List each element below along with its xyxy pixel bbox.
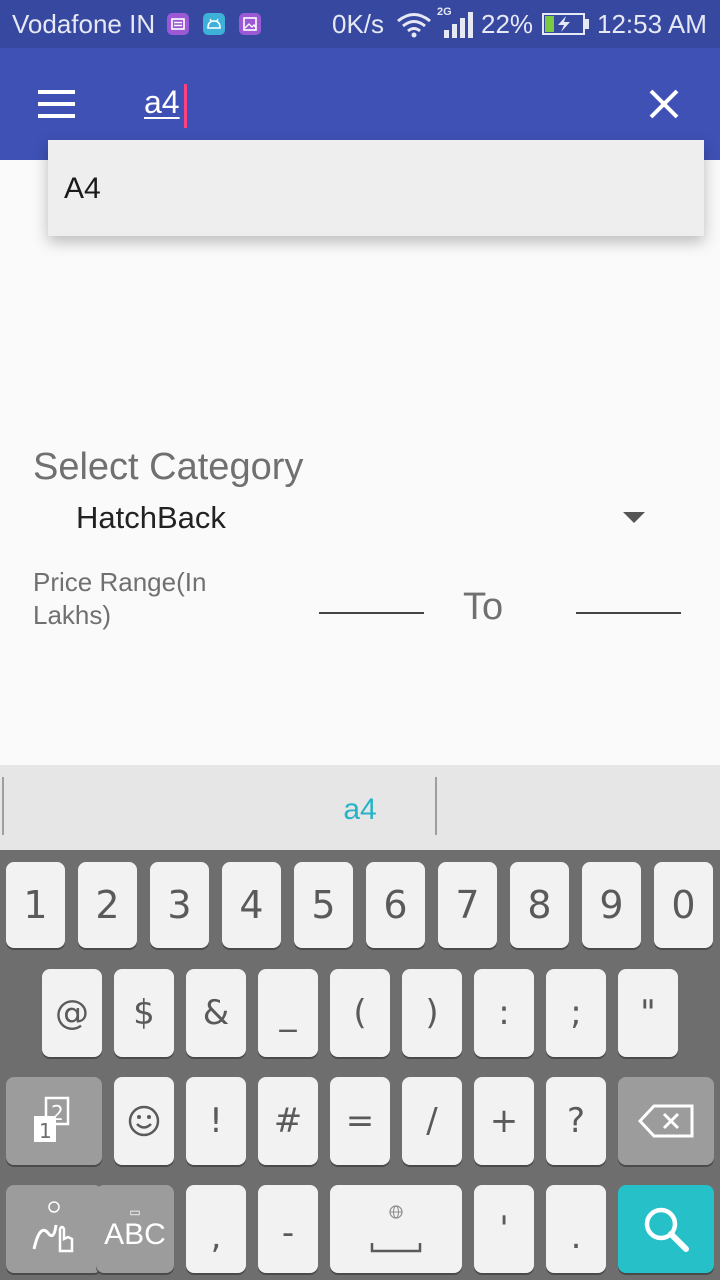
key-exclamation[interactable]: !: [186, 1077, 246, 1165]
signal-icon: [444, 12, 473, 38]
image-icon: [239, 13, 261, 35]
clock: 12:53 AM: [597, 9, 707, 39]
key-underscore[interactable]: _: [258, 969, 318, 1057]
svg-text:1: 1: [39, 1119, 52, 1143]
number-page-toggle-icon[interactable]: 2 1: [6, 1077, 102, 1165]
price-max-input[interactable]: [576, 612, 681, 614]
key-2[interactable]: 2: [78, 862, 137, 948]
to-label: To: [463, 586, 504, 628]
close-icon[interactable]: [636, 76, 692, 132]
key-slash[interactable]: /: [402, 1077, 462, 1165]
key-plus[interactable]: +: [474, 1077, 534, 1165]
key-dollar[interactable]: $: [114, 969, 174, 1057]
keyboard: 1 2 3 4 5 6 7 8 9 0 @ $ & _ ( ) : ; " 2 …: [0, 850, 720, 1280]
key-question[interactable]: ?: [546, 1077, 606, 1165]
keyboard-suggestion[interactable]: a4: [0, 793, 720, 827]
key-close-paren[interactable]: ): [402, 969, 462, 1057]
key-7[interactable]: 7: [438, 862, 497, 948]
key-open-paren[interactable]: (: [330, 969, 390, 1057]
price-range-label: Price Range(In Lakhs): [33, 567, 207, 630]
key-apostrophe[interactable]: ': [474, 1185, 534, 1273]
key-4[interactable]: 4: [222, 862, 281, 948]
key-quote[interactable]: ": [618, 969, 678, 1057]
category-selected-value: HatchBack: [76, 500, 226, 535]
battery-percent: 22%: [481, 9, 534, 39]
key-8[interactable]: 8: [510, 862, 569, 948]
key-period[interactable]: .: [546, 1185, 606, 1273]
backspace-icon[interactable]: [618, 1077, 714, 1165]
suggestion-item[interactable]: A4: [64, 172, 101, 206]
status-bar: Vodafone IN 0K/s 2G 22% 12:53 AM: [0, 0, 720, 48]
key-hash[interactable]: #: [258, 1077, 318, 1165]
key-colon[interactable]: :: [474, 969, 534, 1057]
key-1[interactable]: 1: [6, 862, 65, 948]
dropdown-arrow-icon: [623, 512, 645, 523]
key-5[interactable]: 5: [294, 862, 353, 948]
abc-keyboard-toggle[interactable]: ▭ ABC: [96, 1185, 174, 1273]
category-dropdown[interactable]: HatchBack: [33, 492, 663, 544]
keyboard-switch-icon: ▭: [129, 1205, 141, 1219]
key-at[interactable]: @: [42, 969, 102, 1057]
abc-label: ABC: [104, 1218, 166, 1251]
android-icon: [203, 13, 225, 35]
key-0[interactable]: 0: [654, 862, 713, 948]
hamburger-menu-icon[interactable]: [28, 80, 84, 128]
search-suggestions: A4: [48, 140, 704, 236]
key-comma[interactable]: ,: [186, 1185, 246, 1273]
space-icon: [370, 1243, 422, 1253]
key-6[interactable]: 6: [366, 862, 425, 948]
space-bar[interactable]: [330, 1185, 462, 1273]
net-speed: 0K/s: [332, 9, 385, 39]
text-cursor: [184, 84, 187, 128]
search-input[interactable]: a4: [144, 84, 180, 121]
key-9[interactable]: 9: [582, 862, 641, 948]
battery-charging-icon: [542, 13, 589, 35]
wifi-icon: [397, 13, 431, 38]
globe-icon: [389, 1205, 403, 1219]
key-ampersand[interactable]: &: [186, 969, 246, 1057]
emoji-icon[interactable]: [114, 1077, 174, 1165]
search-icon[interactable]: [618, 1185, 714, 1273]
key-semicolon[interactable]: ;: [546, 969, 606, 1057]
carrier-name: Vodafone IN: [12, 9, 156, 39]
key-equals[interactable]: =: [330, 1077, 390, 1165]
gesture-settings-icon[interactable]: [6, 1185, 102, 1273]
keyboard-suggestion-strip: a4: [0, 765, 720, 850]
notification-message-icon: [167, 13, 189, 35]
key-3[interactable]: 3: [150, 862, 209, 948]
price-min-input[interactable]: [319, 612, 424, 614]
divider: [435, 777, 437, 835]
select-category-label: Select Category: [33, 446, 304, 488]
key-dash[interactable]: -: [258, 1185, 318, 1273]
